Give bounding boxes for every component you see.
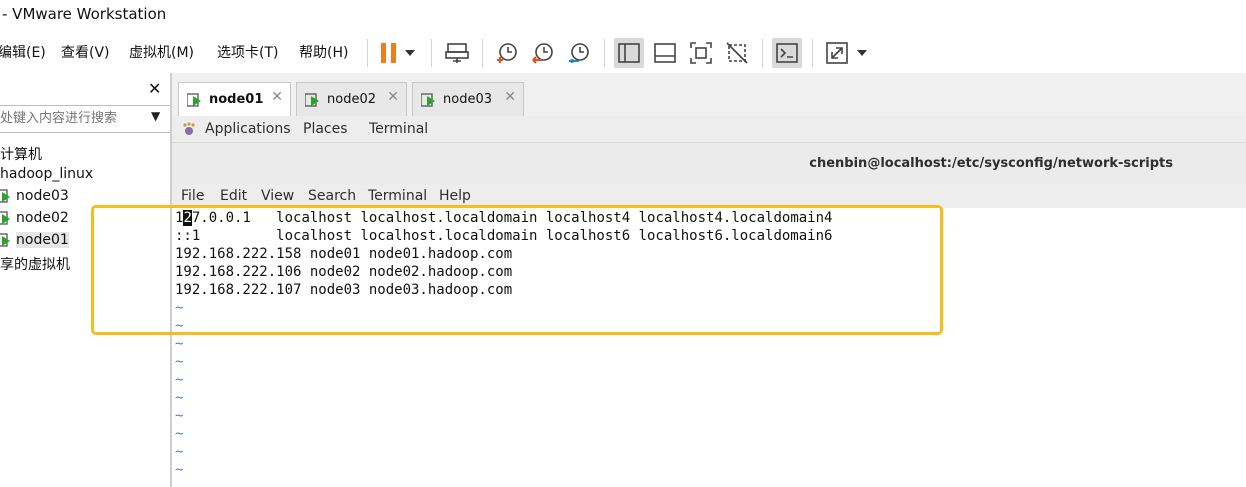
terminal-menu-file[interactable]: File bbox=[181, 188, 204, 204]
menu-edit[interactable]: 编辑(E) bbox=[0, 42, 46, 62]
tree-item-label: 享的虚拟机 bbox=[0, 257, 70, 273]
tree-item-shared-vms[interactable]: 享的虚拟机 bbox=[0, 254, 70, 274]
vm-tabstrip: node01 ✕ node02 ✕ node03 ✕ bbox=[172, 73, 1246, 116]
close-icon[interactable]: ✕ bbox=[148, 79, 161, 98]
empty-line-tilde: ~ bbox=[175, 390, 184, 406]
tab-node03[interactable]: node03 ✕ bbox=[412, 82, 524, 116]
toolbar-divider bbox=[431, 39, 432, 67]
close-tab-icon[interactable]: ✕ bbox=[387, 89, 399, 105]
send-keys-icon[interactable] bbox=[442, 38, 472, 68]
library-search: ▼ bbox=[0, 105, 170, 133]
toolbar-divider bbox=[812, 39, 813, 67]
toolbar-divider bbox=[367, 39, 368, 67]
empty-line-tilde: ~ bbox=[175, 408, 184, 424]
empty-line-tilde: ~ bbox=[175, 426, 184, 442]
empty-line-tilde: ~ bbox=[175, 372, 184, 388]
gnome-top-bar: Applications Places Terminal bbox=[172, 116, 1246, 142]
revert-snapshot-icon[interactable] bbox=[528, 38, 558, 68]
unity-icon[interactable] bbox=[722, 38, 752, 68]
vm-running-icon bbox=[0, 211, 10, 225]
terminal-title: chenbin@localhost:/etc/sysconfig/network… bbox=[809, 156, 1173, 171]
terminal-menu-terminal[interactable]: Terminal bbox=[368, 188, 427, 204]
menu-toolbar: 编辑(E) 查看(V) 虚拟机(M) 选项卡(T) 帮助(H) bbox=[0, 31, 1246, 73]
tab-label: node01 bbox=[209, 92, 264, 107]
menu-tabs[interactable]: 选项卡(T) bbox=[217, 42, 278, 62]
tab-node01[interactable]: node01 ✕ bbox=[178, 82, 291, 116]
tree-item-label: hadoop_linux bbox=[0, 166, 94, 182]
terminal-menu-search[interactable]: Search bbox=[308, 188, 356, 204]
empty-line-tilde: ~ bbox=[175, 354, 184, 370]
stretch-icon[interactable] bbox=[822, 38, 852, 68]
fullscreen-fit-icon[interactable] bbox=[686, 38, 716, 68]
empty-line-tilde: ~ bbox=[175, 444, 184, 460]
snapshot-icon[interactable] bbox=[492, 38, 522, 68]
toolbar-divider bbox=[604, 39, 605, 67]
tree-item-node01[interactable]: node01 bbox=[0, 232, 69, 248]
terminal-menu-help[interactable]: Help bbox=[439, 188, 471, 204]
library-view-icon[interactable] bbox=[614, 38, 644, 68]
tab-node02[interactable]: node02 ✕ bbox=[296, 82, 407, 116]
vm-running-icon bbox=[305, 92, 319, 107]
console-view-icon[interactable] bbox=[772, 38, 802, 68]
vm-running-icon bbox=[187, 92, 201, 107]
menu-vm[interactable]: 虚拟机(M) bbox=[129, 42, 194, 62]
tree-item-label: node02 bbox=[16, 210, 69, 226]
snapshot-manager-icon[interactable] bbox=[564, 38, 594, 68]
gnome-foot-icon bbox=[183, 122, 195, 135]
toolbar-divider bbox=[762, 39, 763, 67]
close-tab-icon[interactable]: ✕ bbox=[271, 89, 283, 105]
tree-item-label: 计算机 bbox=[0, 147, 42, 163]
vm-running-icon bbox=[421, 92, 435, 107]
window-title: - VMware Workstation bbox=[2, 5, 167, 23]
terminal-menu-view[interactable]: View bbox=[261, 188, 294, 204]
annotation-highlight-box bbox=[91, 205, 943, 335]
thumbnail-bar-icon[interactable] bbox=[650, 38, 680, 68]
chevron-down-icon[interactable]: ▼ bbox=[151, 109, 160, 123]
tab-label: node02 bbox=[327, 92, 376, 107]
tree-item-label: node01 bbox=[16, 232, 69, 248]
terminal-menu-edit[interactable]: Edit bbox=[220, 188, 247, 204]
gnome-applications-menu[interactable]: Applications bbox=[205, 121, 291, 137]
vm-running-icon bbox=[0, 189, 10, 203]
library-search-input[interactable] bbox=[0, 108, 140, 128]
pause-dropdown-icon[interactable] bbox=[400, 38, 420, 68]
tree-item-my-computer[interactable]: 计算机 bbox=[0, 144, 42, 164]
gnome-terminal-menu[interactable]: Terminal bbox=[369, 121, 428, 137]
tree-item-node03[interactable]: node03 bbox=[0, 188, 69, 204]
close-tab-icon[interactable]: ✕ bbox=[504, 89, 516, 105]
empty-line-tilde: ~ bbox=[175, 336, 184, 352]
menu-view[interactable]: 查看(V) bbox=[61, 42, 110, 62]
tree-item-node02[interactable]: node02 bbox=[0, 210, 69, 226]
tree-item-label: node03 bbox=[16, 188, 69, 204]
stretch-dropdown-icon[interactable] bbox=[852, 38, 872, 68]
terminal-titlebar: chenbin@localhost:/etc/sysconfig/network… bbox=[172, 142, 1246, 186]
tree-item-hadoop-linux[interactable]: hadoop_linux bbox=[0, 166, 93, 182]
gnome-places-menu[interactable]: Places bbox=[303, 121, 348, 137]
window-titlebar: - VMware Workstation bbox=[0, 0, 1246, 31]
empty-line-tilde: ~ bbox=[175, 462, 184, 478]
menu-help[interactable]: 帮助(H) bbox=[299, 42, 348, 62]
tab-label: node03 bbox=[443, 92, 492, 107]
toolbar-divider bbox=[482, 39, 483, 67]
vm-running-icon bbox=[0, 233, 10, 247]
